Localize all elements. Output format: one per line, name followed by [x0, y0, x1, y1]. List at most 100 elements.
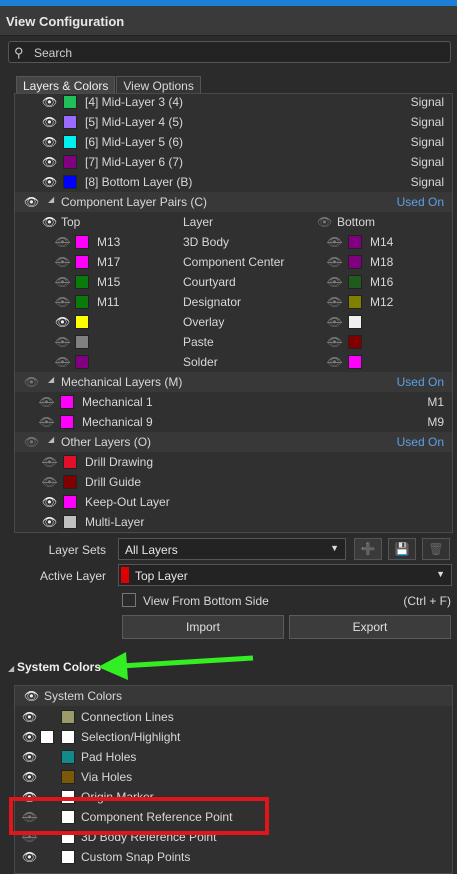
eye-off-icon[interactable]: 👁	[39, 415, 54, 429]
eye-off-icon[interactable]: 👁	[42, 455, 57, 469]
color-swatch[interactable]	[60, 395, 74, 409]
component-pair-row[interactable]: 👁 Paste 👁	[15, 332, 452, 352]
eye-off-icon[interactable]: 👁	[327, 275, 342, 289]
other-layer-row[interactable]: 👁 Drill Guide	[15, 472, 452, 492]
top-color-swatch[interactable]	[75, 335, 89, 349]
component-pair-row[interactable]: 👁 M17 Component Center 👁 M18	[15, 252, 452, 272]
eye-icon[interactable]: 👁	[42, 155, 57, 169]
delete-layer-set-button[interactable]: 🗑	[422, 538, 450, 560]
color-swatch[interactable]	[63, 495, 77, 509]
top-color-swatch[interactable]	[75, 275, 89, 289]
eye-off-icon[interactable]: 👁	[42, 475, 57, 489]
eye-icon[interactable]: 👁	[22, 730, 37, 744]
eye-off-icon[interactable]: 👁	[327, 295, 342, 309]
eye-icon[interactable]: 👁	[42, 135, 57, 149]
eye-off-icon[interactable]: 👁	[55, 295, 70, 309]
eye-icon[interactable]: 👁	[22, 750, 37, 764]
color-swatch[interactable]	[60, 415, 74, 429]
other-layer-row[interactable]: 👁 Multi-Layer	[15, 512, 452, 532]
layer-sets-dropdown[interactable]: All Layers ▼	[118, 538, 346, 560]
signal-layer-row[interactable]: 👁 [4] Mid-Layer 3 (4) Signal	[15, 94, 452, 112]
eye-off-icon[interactable]: 👁	[55, 235, 70, 249]
color-swatch[interactable]	[63, 455, 77, 469]
active-layer-dropdown[interactable]: Top Layer ▼	[118, 564, 452, 586]
bottom-color-swatch[interactable]	[348, 295, 362, 309]
view-bottom-checkbox[interactable]	[122, 593, 136, 607]
system-color-row[interactable]: 👁 Via Holes	[15, 767, 452, 787]
other-layer-row[interactable]: 👁 Drill Drawing	[15, 452, 452, 472]
search-input[interactable]: ⚲ Search	[8, 41, 451, 63]
eye-off-icon[interactable]: 👁	[24, 435, 39, 449]
collapse-icon[interactable]: ◢	[48, 195, 54, 204]
eye-icon[interactable]: 👁	[22, 770, 37, 784]
other-layer-row[interactable]: 👁 Keep-Out Layer	[15, 492, 452, 512]
component-pairs-header[interactable]: 👁 ◢ Component Layer Pairs (C) Used On	[15, 192, 452, 212]
import-button[interactable]: Import	[122, 615, 284, 639]
eye-off-icon[interactable]: 👁	[327, 355, 342, 369]
bottom-color-swatch[interactable]	[348, 255, 362, 269]
eye-icon[interactable]: 👁	[24, 689, 39, 703]
color-swatch[interactable]	[63, 515, 77, 529]
bottom-color-swatch[interactable]	[348, 275, 362, 289]
collapse-icon[interactable]: ◢	[48, 435, 54, 444]
color-swatch[interactable]	[63, 95, 77, 109]
system-color-row[interactable]: 👁 Selection/Highlight	[15, 727, 452, 747]
color-swatch[interactable]	[61, 770, 75, 784]
top-color-swatch[interactable]	[75, 295, 89, 309]
color-swatch[interactable]	[63, 135, 77, 149]
eye-icon[interactable]: 👁	[24, 195, 39, 209]
collapse-icon[interactable]: ◢	[48, 375, 54, 384]
eye-off-icon[interactable]: 👁	[327, 255, 342, 269]
bottom-color-swatch[interactable]	[348, 355, 362, 369]
color-swatch[interactable]	[63, 475, 77, 489]
system-colors-header[interactable]: 👁 System Colors	[15, 686, 452, 706]
eye-icon[interactable]: 👁	[22, 850, 37, 864]
top-color-swatch[interactable]	[75, 355, 89, 369]
export-button[interactable]: Export	[289, 615, 451, 639]
component-pair-row[interactable]: 👁 M15 Courtyard 👁 M16	[15, 272, 452, 292]
mechanical-header[interactable]: 👁 ◢ Mechanical Layers (M) Used On	[15, 372, 452, 392]
collapse-icon[interactable]: ◢	[8, 664, 14, 673]
mechanical-layer-row[interactable]: 👁 Mechanical 1 M1	[15, 392, 452, 412]
top-color-swatch[interactable]	[75, 315, 89, 329]
bottom-color-swatch[interactable]	[348, 315, 362, 329]
eye-off-icon[interactable]: 👁	[39, 395, 54, 409]
eye-icon[interactable]: 👁	[42, 495, 57, 509]
eye-off-icon[interactable]: 👁	[327, 315, 342, 329]
tab-view-options[interactable]: View Options	[116, 76, 201, 94]
color-swatch[interactable]	[61, 850, 75, 864]
bottom-color-swatch[interactable]	[348, 235, 362, 249]
eye-off-icon[interactable]: 👁	[327, 335, 342, 349]
eye-off-icon[interactable]: 👁	[55, 355, 70, 369]
used-on-link[interactable]: Used On	[397, 435, 444, 449]
top-color-swatch[interactable]	[75, 235, 89, 249]
signal-layer-row[interactable]: 👁 [8] Bottom Layer (B) Signal	[15, 172, 452, 192]
color-swatch[interactable]	[61, 710, 75, 724]
top-color-swatch[interactable]	[75, 255, 89, 269]
save-layer-set-button[interactable]: 💾	[388, 538, 416, 560]
eye-icon[interactable]: 👁	[42, 95, 57, 109]
other-layers-header[interactable]: 👁 ◢ Other Layers (O) Used On	[15, 432, 452, 452]
eye-icon[interactable]: 👁	[55, 315, 70, 329]
secondary-color-swatch[interactable]	[40, 730, 54, 744]
system-color-row[interactable]: 👁 Pad Holes	[15, 747, 452, 767]
system-colors-section-title[interactable]: System Colors	[17, 660, 101, 674]
eye-icon[interactable]: 👁	[22, 710, 37, 724]
system-color-row[interactable]: 👁 Custom Snap Points	[15, 847, 452, 867]
system-color-row[interactable]: 👁 Connection Lines	[15, 707, 452, 727]
color-swatch[interactable]	[63, 175, 77, 189]
signal-layer-row[interactable]: 👁 [7] Mid-Layer 6 (7) Signal	[15, 152, 452, 172]
eye-off-icon[interactable]: 👁	[24, 375, 39, 389]
signal-layer-row[interactable]: 👁 [6] Mid-Layer 5 (6) Signal	[15, 132, 452, 152]
tab-layers-colors[interactable]: Layers & Colors	[16, 76, 116, 94]
component-pair-row[interactable]: 👁 M13 3D Body 👁 M14	[15, 232, 452, 252]
eye-off-icon[interactable]: 👁	[317, 215, 332, 229]
color-swatch[interactable]	[63, 155, 77, 169]
eye-icon[interactable]: 👁	[42, 115, 57, 129]
color-swatch[interactable]	[63, 115, 77, 129]
eye-off-icon[interactable]: 👁	[55, 335, 70, 349]
used-on-link[interactable]: Used On	[397, 375, 444, 389]
eye-off-icon[interactable]: 👁	[55, 255, 70, 269]
mechanical-layer-row[interactable]: 👁 Mechanical 9 M9	[15, 412, 452, 432]
eye-icon[interactable]: 👁	[42, 175, 57, 189]
